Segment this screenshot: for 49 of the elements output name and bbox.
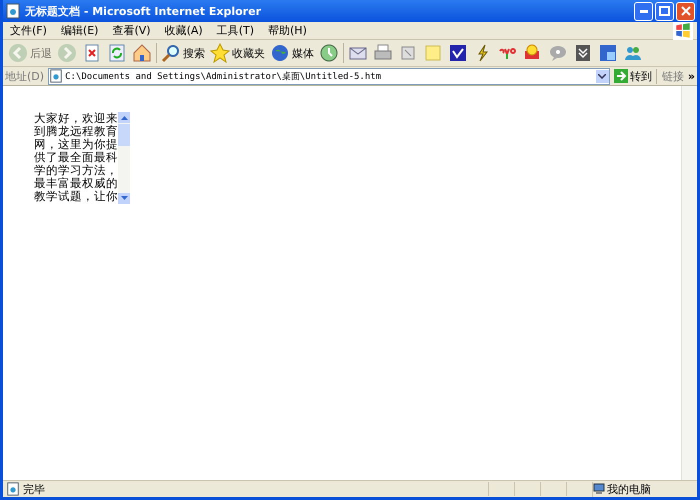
scroll-thumb[interactable] (118, 124, 130, 146)
favorites-button[interactable]: 收藏夹 (209, 43, 266, 63)
media-button[interactable]: 媒体 (269, 43, 315, 63)
page-icon (49, 69, 64, 83)
scroll-bar[interactable] (118, 112, 130, 204)
text-area[interactable]: 大家好，欢迎来到腾龙远程教育网，这里为你提供了最全面最科学的学习方法，最丰富最权威的教学试题，让你 (34, 112, 132, 204)
search-button[interactable]: 搜索 (160, 43, 206, 63)
checkmark-icon (448, 43, 468, 63)
maximize-button[interactable] (655, 2, 674, 20)
menu-item[interactable]: 工具(T) (210, 23, 261, 38)
refresh-icon (107, 43, 127, 63)
menu-item[interactable]: 查看(V) (105, 23, 158, 38)
menu-item[interactable]: 收藏(A) (158, 23, 210, 38)
go-arrow-icon (614, 69, 628, 83)
windows-logo-icon (673, 22, 693, 40)
ie-window-icon (598, 43, 618, 63)
maximize-icon (659, 6, 670, 16)
minimize-icon (640, 10, 648, 12)
scroll-up-icon[interactable] (118, 112, 130, 123)
star-icon (210, 43, 230, 63)
note-icon (423, 43, 443, 63)
check-button[interactable] (447, 43, 469, 63)
menu-item[interactable]: 文件(F) (3, 23, 54, 38)
clock-icon (319, 43, 339, 63)
page-icon (5, 3, 21, 19)
page-icon (6, 482, 20, 496)
close-icon (680, 6, 690, 16)
minimize-button[interactable] (634, 2, 653, 20)
page-scroll-bar[interactable] (681, 86, 697, 480)
home-icon (132, 43, 152, 63)
home-button[interactable] (131, 43, 153, 63)
status-text: 完毕 (23, 482, 46, 496)
go-button[interactable]: 转到 (614, 68, 652, 84)
speech-bubble-icon (548, 43, 568, 63)
globe-icon (270, 43, 290, 63)
ie-button[interactable] (597, 43, 619, 63)
menu-item[interactable]: 编辑(E) (54, 23, 106, 38)
scroll-down-icon[interactable] (118, 193, 130, 204)
address-label: 地址(D) (5, 68, 44, 84)
search-icon (161, 43, 181, 63)
links-label[interactable]: 链接 (656, 68, 684, 84)
more-links-button[interactable]: » (688, 70, 695, 82)
window-title: 无标题文档 - Microsoft Internet Explorer (25, 4, 262, 18)
history-button[interactable] (318, 43, 340, 63)
close-button[interactable] (676, 2, 695, 20)
address-field[interactable]: C:\Documents and Settings\Administrator\桌面\Untitled-5.htm (48, 68, 610, 84)
zone-label: 我的电脑 (607, 482, 651, 496)
menu-item[interactable]: 帮助(H) (261, 23, 314, 38)
computer-icon (593, 483, 605, 495)
